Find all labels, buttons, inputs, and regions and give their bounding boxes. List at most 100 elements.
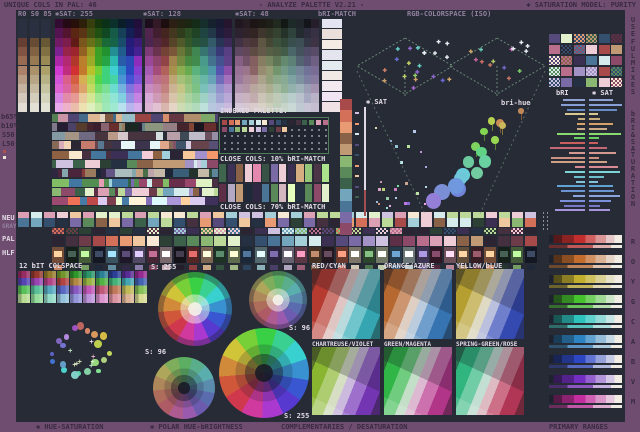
sat-255-toggle[interactable]: ✱SAT: 255 bbox=[55, 11, 93, 18]
useful-mixes-vertical-label: I bbox=[630, 66, 636, 75]
strip-segment bbox=[170, 151, 183, 159]
saturation-model-toggle[interactable]: ✱ SATURATION MODEL: PURITY bbox=[526, 1, 636, 9]
colspace12-tile bbox=[109, 271, 121, 303]
strip-segment bbox=[73, 160, 85, 168]
strip-segment bbox=[184, 114, 201, 122]
bri-bar-left bbox=[556, 132, 585, 135]
complementary-panel bbox=[384, 269, 452, 339]
hlf-inner bbox=[189, 251, 197, 257]
sat-bar-right bbox=[589, 147, 608, 149]
hue-sat-map-cell bbox=[134, 56, 143, 66]
close-col-swatch bbox=[322, 184, 330, 202]
strip-segment bbox=[68, 169, 82, 177]
primary-letter-C: C bbox=[630, 318, 636, 326]
neutral-mix-cell bbox=[430, 228, 442, 234]
primary-range-thin-bar bbox=[549, 245, 622, 248]
neutral-mix-cell bbox=[200, 228, 213, 234]
band-label-hlf: HLF bbox=[2, 249, 15, 257]
base-color-column-cell bbox=[41, 37, 50, 47]
hlf-sub bbox=[297, 265, 305, 270]
useful-mixes-vertical-label: U bbox=[630, 16, 636, 24]
strip-segment bbox=[56, 160, 73, 168]
useful-mix-swatch bbox=[549, 34, 560, 43]
pal-row-swatch bbox=[295, 236, 307, 246]
sat-48-toggle[interactable]: ✱SAT: 48 bbox=[235, 11, 269, 18]
colspace12-tile bbox=[31, 271, 43, 303]
empty-slot-dot bbox=[317, 148, 320, 150]
pal-row-swatch bbox=[416, 236, 429, 246]
strip-segment bbox=[185, 160, 194, 168]
band-label-gray: GRAY bbox=[2, 223, 17, 230]
sat-128-toggle[interactable]: ✱SAT: 128 bbox=[143, 11, 181, 18]
sat-bar-right bbox=[589, 103, 622, 106]
primary-ranges-toggle[interactable]: PRIMARY RANGES bbox=[549, 424, 608, 431]
indexed-swatch bbox=[248, 126, 254, 132]
hue-sat-dot bbox=[106, 351, 112, 356]
strip-segment bbox=[156, 132, 163, 140]
close-col-swatch bbox=[313, 184, 321, 202]
primary-range-thin-bar bbox=[549, 265, 622, 268]
strip-segment bbox=[52, 188, 61, 196]
pal-row-swatch bbox=[160, 236, 172, 246]
close-col-swatch bbox=[253, 184, 261, 202]
complementary-panel bbox=[456, 269, 524, 339]
indexed-swatch bbox=[242, 126, 248, 132]
base-color-column-cell bbox=[18, 37, 27, 47]
hlf-inner bbox=[54, 251, 62, 257]
empty-slot-dot bbox=[264, 141, 267, 144]
polar-hue-brightness-toggle[interactable]: ✱ POLAR HUE-bRIGHTNESS bbox=[150, 424, 243, 431]
neutral-mix-cell bbox=[322, 228, 334, 234]
complementaries-toggle[interactable]: COMPLEMENTARIES / DESATURATION bbox=[281, 424, 407, 431]
neutral-mix-cell bbox=[79, 228, 91, 234]
empty-slot-dot bbox=[230, 141, 233, 144]
neutral-mix-cell bbox=[484, 228, 496, 234]
hlf-inner bbox=[108, 251, 116, 257]
strip-segment bbox=[189, 169, 198, 177]
tab-body bbox=[148, 218, 159, 227]
base-color-column-cell bbox=[29, 84, 39, 94]
strip-segment bbox=[185, 179, 196, 187]
comp-label-green-magenta: GREEN/MAGENTA bbox=[384, 341, 431, 348]
strip-segment bbox=[65, 132, 79, 140]
strip-segment bbox=[167, 132, 180, 140]
empty-slot-dot bbox=[324, 148, 327, 150]
tab-body bbox=[499, 218, 510, 227]
hue-sat-dot bbox=[63, 334, 70, 340]
palette-strip bbox=[52, 141, 218, 149]
empty-slot-dot bbox=[304, 148, 307, 150]
strip-segment bbox=[81, 141, 95, 149]
tab-body bbox=[31, 218, 42, 227]
indexed-swatch bbox=[228, 126, 234, 132]
strip-segment bbox=[129, 197, 146, 205]
empty-slot-dot bbox=[324, 135, 327, 137]
bri-bar-left bbox=[565, 171, 585, 173]
sat-bar-right bbox=[589, 161, 608, 164]
empty-slot-dot bbox=[257, 148, 260, 150]
empty-slot-dot bbox=[324, 141, 327, 144]
neutral-mix-cell bbox=[403, 228, 415, 234]
pal-row-swatch bbox=[214, 236, 226, 246]
tab-body bbox=[161, 218, 172, 227]
base-color-column-cell bbox=[29, 28, 39, 38]
hlf-inner bbox=[486, 251, 494, 257]
primary-range-thin-bar bbox=[549, 405, 622, 408]
useful-mix-swatch bbox=[598, 34, 610, 43]
hlf-sub bbox=[108, 265, 116, 270]
strip-segment bbox=[121, 141, 135, 149]
primary-letter-O: O bbox=[630, 258, 636, 266]
strip-segment bbox=[162, 151, 170, 159]
indexed-swatch bbox=[222, 126, 227, 132]
hue-sat-map-cell bbox=[311, 56, 320, 66]
neutral-mix-cell bbox=[52, 228, 64, 234]
hue-sat-map-cell bbox=[311, 102, 320, 113]
colspace12-tile bbox=[96, 271, 108, 303]
rgb-colorspace-plot bbox=[350, 16, 550, 216]
strip-segment bbox=[204, 123, 216, 131]
sat-bar-right bbox=[589, 99, 613, 101]
empty-slot-dot bbox=[250, 135, 253, 137]
useful-mix-swatch bbox=[611, 56, 622, 65]
strip-segment bbox=[106, 169, 115, 177]
hue-saturation-toggle[interactable]: ✱ HUE-SATURATION bbox=[36, 424, 103, 431]
empty-slot-dot bbox=[270, 141, 273, 144]
base-color-column-cell bbox=[41, 46, 50, 57]
